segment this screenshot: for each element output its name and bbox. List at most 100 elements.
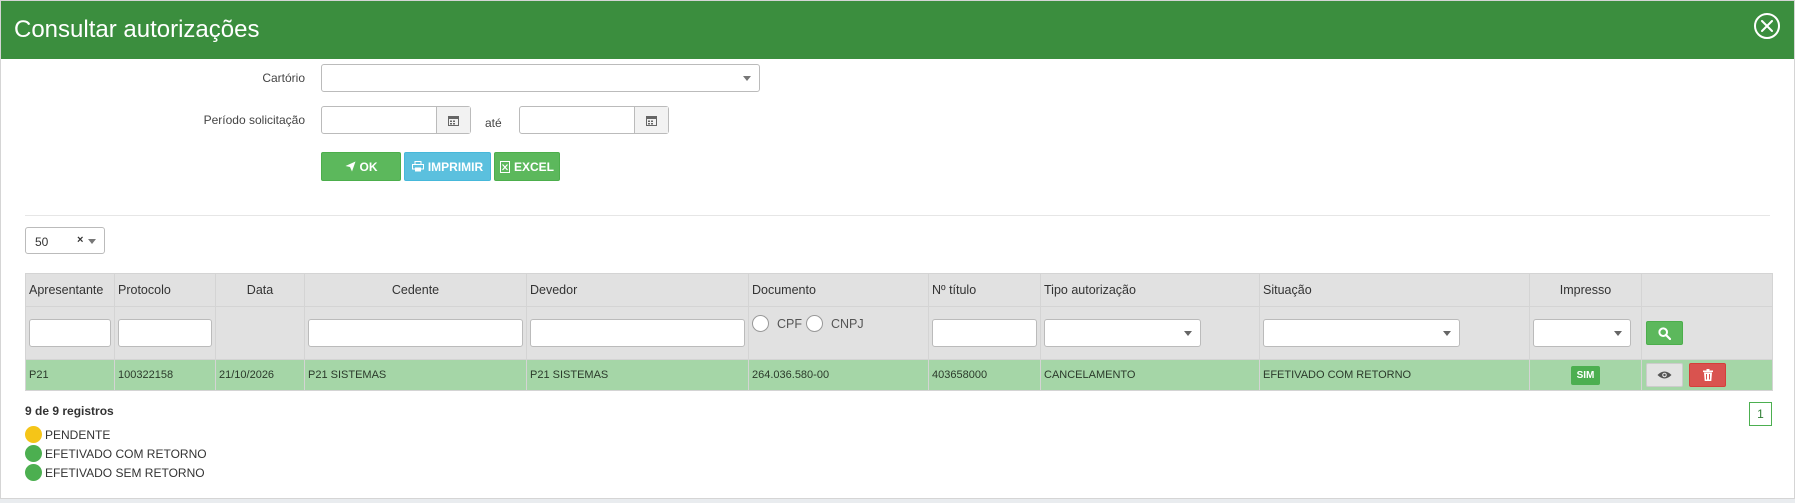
filter-situacao-select[interactable] — [1263, 319, 1460, 347]
cell-situacao: EFETIVADO COM RETORNO — [1259, 359, 1530, 391]
table-row[interactable]: P21 100322158 21/10/2026 P21 SISTEMAS P2… — [25, 359, 1773, 391]
close-button[interactable] — [1754, 13, 1780, 39]
calendar-button[interactable] — [634, 107, 668, 133]
periodo-fim-input[interactable] — [519, 106, 669, 134]
periodo-label: Período solicitação — [203, 113, 305, 127]
page-title: Consultar autorizações — [14, 16, 260, 43]
filter-cell: CPF CNPJ — [748, 306, 929, 360]
filter-titulo-input[interactable] — [932, 319, 1037, 347]
filter-cell — [1529, 306, 1642, 360]
col-impresso[interactable]: Impresso — [1529, 273, 1642, 307]
chevron-down-icon — [1443, 331, 1451, 336]
calendar-icon — [646, 115, 657, 126]
calendar-button[interactable] — [436, 107, 470, 133]
ok-button[interactable]: OK — [321, 152, 401, 181]
excel-file-icon — [499, 160, 510, 173]
cell-tipo: CANCELAMENTO — [1040, 359, 1260, 391]
col-apresentante[interactable]: Apresentante — [25, 273, 115, 307]
filter-apresentante-input[interactable] — [29, 319, 111, 347]
filter-cell — [1641, 306, 1773, 360]
filter-tipo-select[interactable] — [1044, 319, 1201, 347]
filter-cell — [304, 306, 527, 360]
cell-titulo: 403658000 — [928, 359, 1041, 391]
close-icon — [1761, 20, 1773, 32]
search-icon — [1658, 326, 1671, 340]
legend-item-efetivado-sem-retorno: EFETIVADO SEM RETORNO — [25, 463, 207, 482]
legend-item-pendente: PENDENTE — [25, 425, 207, 444]
imprimir-button[interactable]: IMPRIMIR — [404, 152, 491, 181]
cartorio-label: Cartório — [262, 71, 305, 85]
pagination-page-1[interactable]: 1 — [1749, 402, 1772, 426]
cpf-label: CPF — [777, 316, 802, 331]
cpf-radio[interactable] — [752, 315, 769, 332]
excel-button[interactable]: EXCEL — [494, 152, 560, 181]
printer-icon — [411, 161, 424, 172]
clear-icon[interactable]: × — [77, 234, 83, 246]
cnpj-label: CNPJ — [831, 316, 864, 331]
col-numero-titulo[interactable]: Nº título — [928, 273, 1041, 307]
cnpj-radio[interactable] — [806, 315, 823, 332]
status-dot-icon — [25, 426, 42, 443]
cell-cedente: P21 SISTEMAS — [304, 359, 527, 391]
chevron-down-icon — [88, 239, 96, 244]
date-field[interactable] — [520, 107, 634, 133]
cell-impresso: SIM — [1529, 359, 1642, 391]
filter-cell — [114, 306, 216, 360]
cell-actions — [1641, 359, 1773, 391]
filter-cedente-input[interactable] — [308, 319, 523, 347]
col-tipo-autorizacao[interactable]: Tipo autorização — [1040, 273, 1260, 307]
col-actions — [1641, 273, 1773, 307]
cell-documento: 264.036.580-00 — [748, 359, 929, 391]
ok-label: OK — [359, 159, 378, 174]
eye-icon — [1657, 371, 1672, 379]
col-documento[interactable]: Documento — [748, 273, 929, 307]
legend-label: EFETIVADO SEM RETORNO — [45, 465, 205, 480]
divider — [25, 215, 1770, 216]
cartorio-select[interactable] — [321, 64, 760, 92]
col-data[interactable]: Data — [215, 273, 305, 307]
send-icon — [345, 161, 355, 172]
delete-button[interactable] — [1689, 363, 1726, 387]
page-size-select[interactable]: 50 × — [25, 227, 105, 254]
chevron-down-icon — [1614, 331, 1622, 336]
cell-apresentante: P21 — [25, 359, 115, 391]
consultar-autorizacoes-panel: Consultar autorizações Cartório Período … — [0, 0, 1795, 499]
legend-label: PENDENTE — [45, 427, 111, 442]
records-info: 9 de 9 registros — [25, 404, 114, 418]
col-situacao[interactable]: Situação — [1259, 273, 1530, 307]
cell-data: 21/10/2026 — [215, 359, 305, 391]
col-protocolo[interactable]: Protocolo — [114, 273, 216, 307]
legend-item-efetivado-com-retorno: EFETIVADO COM RETORNO — [25, 444, 207, 463]
imprimir-label: IMPRIMIR — [427, 159, 484, 174]
filter-cell — [526, 306, 749, 360]
legend-label: EFETIVADO COM RETORNO — [45, 446, 207, 461]
excel-label: EXCEL — [513, 159, 554, 174]
status-legend: PENDENTE EFETIVADO COM RETORNO EFETIVADO… — [25, 425, 207, 482]
ate-label: até — [485, 116, 502, 130]
date-field[interactable] — [322, 107, 436, 133]
filter-cell — [1259, 306, 1530, 360]
chevron-down-icon — [1184, 331, 1192, 336]
col-devedor[interactable]: Devedor — [526, 273, 749, 307]
table-filter-row: CPF CNPJ — [25, 306, 1773, 360]
search-button[interactable] — [1646, 321, 1683, 345]
chevron-down-icon — [743, 76, 751, 81]
page-size-value: 50 — [35, 235, 49, 249]
calendar-icon — [448, 115, 459, 126]
filter-cell — [25, 306, 115, 360]
trash-icon — [1702, 369, 1713, 381]
col-cedente[interactable]: Cedente — [304, 273, 527, 307]
impresso-badge: SIM — [1570, 365, 1601, 385]
filter-cell — [215, 306, 305, 360]
table-header-row: Apresentante Protocolo Data Cedente Deve… — [25, 273, 1773, 307]
filter-cell — [928, 306, 1041, 360]
filter-cell — [1040, 306, 1260, 360]
view-button[interactable] — [1646, 363, 1683, 387]
filter-impresso-select[interactable] — [1533, 319, 1631, 347]
autorizacoes-table: Apresentante Protocolo Data Cedente Deve… — [25, 273, 1773, 391]
periodo-inicio-input[interactable] — [321, 106, 471, 134]
status-dot-icon — [25, 464, 42, 481]
filter-form: Cartório Período solicitação até OK IMPR… — [1, 59, 1794, 209]
filter-devedor-input[interactable] — [530, 319, 745, 347]
filter-protocolo-input[interactable] — [118, 319, 212, 347]
